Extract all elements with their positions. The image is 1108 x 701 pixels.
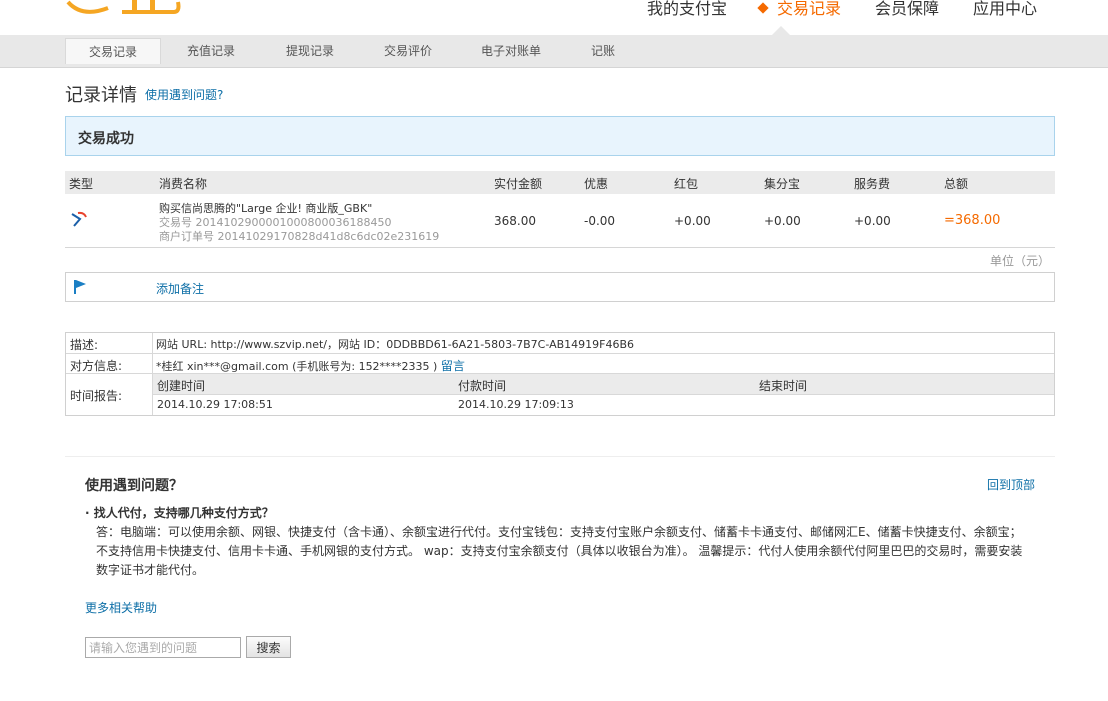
add-note-link[interactable]: 添加备注: [156, 280, 204, 297]
unit-label: 单位（元）: [990, 254, 1051, 268]
tab-recharge[interactable]: 充值记录: [172, 38, 250, 64]
help-link[interactable]: 使用遇到问题?: [145, 86, 223, 103]
tab-transactions[interactable]: 交易记录: [65, 38, 161, 64]
faq-question: · 找人代付，支持哪几种支付方式？: [85, 506, 274, 520]
desc-label: 描述:: [70, 338, 99, 352]
alipay-logo[interactable]: [62, 0, 182, 16]
created-time-value: 2014.10.29 17:08:51: [157, 398, 273, 411]
active-diamond-icon: [757, 2, 769, 14]
time-header: 创建时间 付款时间 结束时间: [153, 374, 1054, 395]
faq-answer-line: 答：电脑端：可以使用余额、网银、快捷支付（含卡通）、余额宝进行代付。支付宝钱包：…: [96, 525, 1022, 539]
party-value: *桂红 xin***@gmail.com (手机账号为: 152****2335…: [156, 360, 438, 373]
table-row: 购买信尚思腾的"Large 企业! 商业版_GBK" 交易号 201410290…: [65, 194, 1055, 248]
status-banner: 交易成功: [65, 116, 1055, 156]
desc-row: 描述: 网站 URL: http://www.szvip.net/，网站 ID：…: [66, 333, 1054, 354]
nav-transactions[interactable]: 交易记录: [744, 0, 858, 20]
nav-app-center[interactable]: 应用中心: [956, 0, 1054, 20]
active-nav-caret-icon: [772, 26, 790, 35]
faq-answer-line: 不支持信用卡快捷支付、信用卡卡通、手机网银的支付方式。 wap：支持支付宝余额支…: [96, 544, 1023, 558]
col-discount: 优惠: [584, 177, 609, 191]
nav-my-alipay[interactable]: 我的支付宝: [630, 0, 744, 20]
order-number: 商户订单号 20141029170828d41d8c6dc02e231619: [159, 230, 440, 243]
sub-nav: 交易记录 充值记录 提现记录 交易评价 电子对账单 记账: [0, 35, 1108, 68]
points-amount: +0.00: [764, 214, 801, 228]
note-box: 添加备注: [65, 272, 1055, 302]
section-divider: [65, 456, 1055, 457]
tab-statement[interactable]: 电子对账单: [472, 38, 550, 64]
red-packet-amount: +0.00: [674, 214, 711, 228]
page-title: 记录详情: [65, 85, 137, 106]
back-to-top-link[interactable]: 回到顶部: [987, 476, 1035, 493]
help-section-title: 使用遇到问题？: [85, 478, 183, 494]
service-fee-amount: +0.00: [854, 214, 891, 228]
discount-amount: -0.00: [584, 214, 616, 228]
party-label: 对方信息:: [70, 359, 123, 373]
party-value-wrap: *桂红 xin***@gmail.com (手机账号为: 152****2335…: [156, 357, 465, 374]
paid-amount: 368.00: [494, 214, 536, 228]
col-points: 集分宝: [764, 177, 801, 191]
faq-answer: 答：电脑端：可以使用余额、网银、快捷支付（含卡通）、余额宝进行代付。支付宝钱包：…: [96, 523, 1026, 580]
status-text: 交易成功: [78, 131, 134, 147]
top-header: 我的支付宝 交易记录 会员保障 应用中心: [0, 0, 1108, 35]
main-nav: 我的支付宝 交易记录 会员保障 应用中心: [630, 0, 1054, 20]
help-search-input[interactable]: [85, 637, 241, 658]
col-red-packet: 红包: [674, 177, 699, 191]
tab-reviews[interactable]: 交易评价: [369, 38, 447, 64]
total-amount: =368.00: [944, 213, 1001, 228]
transaction-table-header: 类型 消费名称 实付金额 优惠 红包 集分宝 服务费 总额: [65, 171, 1055, 194]
info-table: 描述: 网站 URL: http://www.szvip.net/，网站 ID：…: [65, 332, 1055, 416]
desc-value: 网站 URL: http://www.szvip.net/，网站 ID：0DDB…: [156, 338, 635, 351]
time-values: 2014.10.29 17:08:51 2014.10.29 17:09:13: [153, 395, 1054, 415]
paid-time-value: 2014.10.29 17:09:13: [458, 398, 574, 411]
col-name: 消费名称: [159, 177, 208, 191]
col-paid: 实付金额: [494, 177, 543, 191]
finished-time-label: 结束时间: [759, 379, 808, 393]
tab-withdraw[interactable]: 提现记录: [271, 38, 349, 64]
leave-message-link[interactable]: 留言: [441, 359, 465, 373]
paid-time-label: 付款时间: [458, 379, 507, 393]
faq-answer-line: 数字证书才能代付。: [96, 563, 205, 577]
time-label: 时间报告:: [70, 389, 123, 403]
nav-member-protection[interactable]: 会员保障: [858, 0, 956, 20]
party-row: 对方信息: *桂红 xin***@gmail.com (手机账号为: 152**…: [66, 354, 1054, 374]
nav-transactions-label: 交易记录: [776, 0, 841, 18]
col-total: 总额: [944, 177, 969, 191]
col-type: 类型: [69, 177, 94, 191]
shopping-icon: [71, 211, 87, 227]
help-search-button[interactable]: 搜索: [246, 636, 291, 658]
more-help-link[interactable]: 更多相关帮助: [85, 599, 157, 616]
tab-bookkeeping[interactable]: 记账: [573, 38, 633, 64]
col-service-fee: 服务费: [854, 177, 891, 191]
flag-icon: [74, 280, 86, 294]
created-time-label: 创建时间: [157, 379, 206, 393]
